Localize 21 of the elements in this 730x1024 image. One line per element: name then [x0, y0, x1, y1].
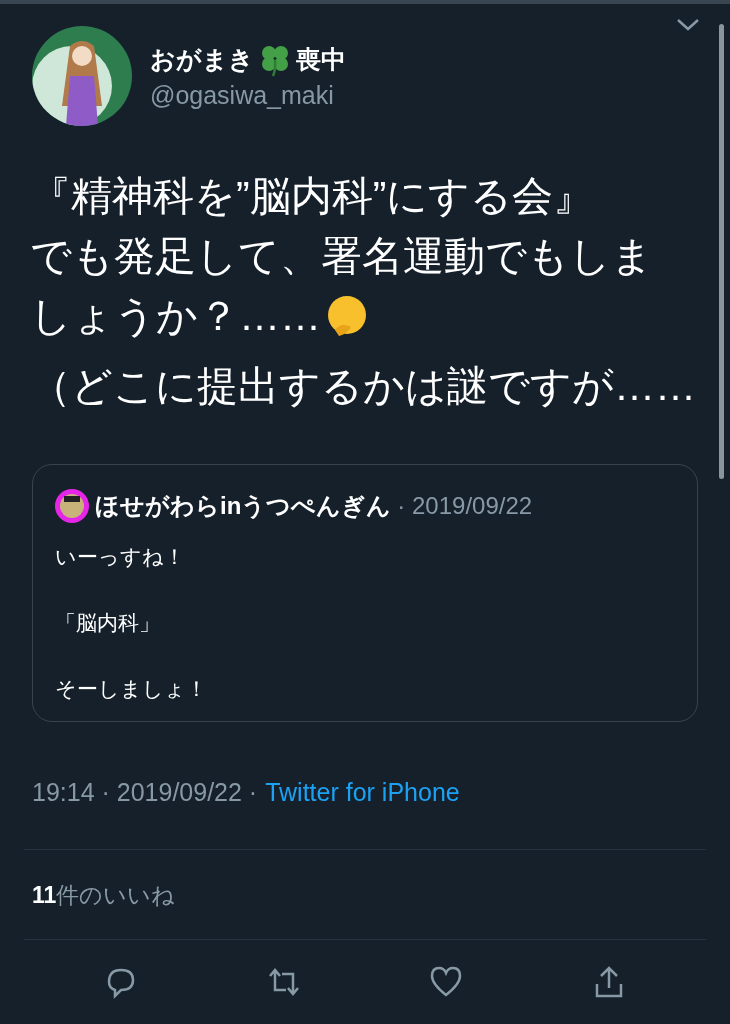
user-handle: @ogasiwa_maki	[150, 80, 335, 110]
thinking-emoji-icon	[325, 294, 369, 338]
likes-label[interactable]: 件のいいね	[56, 880, 176, 911]
quoted-text: いーっすね！	[55, 544, 186, 570]
quoted-text: 「脳内科」	[55, 610, 161, 636]
quoted-date: · 2019/09/22	[397, 492, 533, 520]
tweet-text-line: でも発足して、署名運動でもしま	[30, 231, 653, 281]
quoted-text: そーしましょ！	[55, 676, 208, 702]
scrollbar[interactable]	[719, 24, 724, 479]
source-link[interactable]: Twitter for iPhone	[265, 778, 460, 807]
tweet-text-line: しょうか？……	[30, 291, 321, 341]
tweet-text-line: 『精神科を”脳内科”にする会』	[30, 171, 595, 221]
quoted-author-name: ほせがわらinうつぺんぎん	[95, 491, 392, 521]
like-count[interactable]: 11	[32, 882, 57, 909]
tweet-text-line: （どこに提出するかは謎ですが……	[30, 361, 696, 411]
tweet-timestamp: 19:14 · 2019/09/22 ·	[32, 778, 258, 807]
chevron-down-icon[interactable]	[676, 18, 700, 32]
quoted-tweet-card[interactable]: ほせがわらinうつぺんぎん · 2019/09/22 いーっすね！ 「脳内科」 そーしましょ！	[32, 464, 698, 722]
quoted-avatar	[55, 489, 89, 523]
name-suffix: 喪中	[296, 44, 346, 75]
display-name: おがまき	[150, 44, 254, 75]
